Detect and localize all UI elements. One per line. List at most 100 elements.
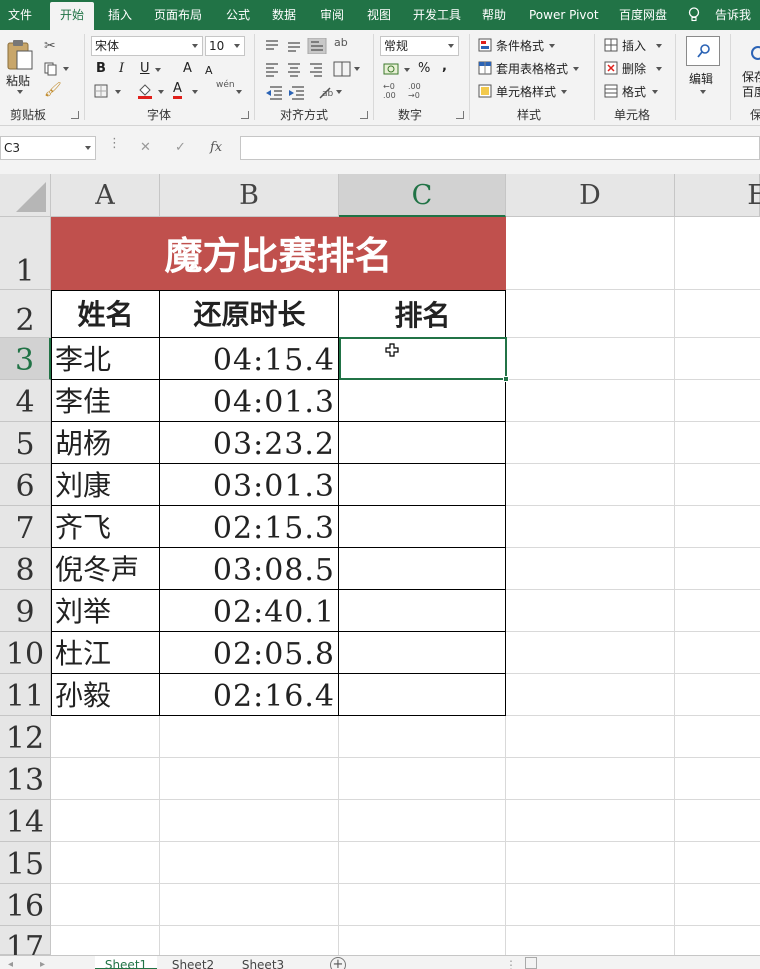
borders-dropdown-icon[interactable] — [115, 90, 121, 94]
cell-time[interactable]: 03:01.3 — [160, 464, 339, 506]
tell-me-box[interactable]: 告诉我 — [715, 0, 751, 30]
cell-name[interactable]: 刘举 — [51, 590, 160, 632]
cut-icon[interactable]: ✂ — [44, 38, 56, 54]
insert-cells-button[interactable]: 插入 — [622, 37, 646, 54]
table-format-button[interactable]: 套用表格格式 — [496, 60, 568, 77]
font-color-button[interactable]: A — [173, 82, 182, 99]
formula-input[interactable] — [240, 136, 760, 160]
bold-button[interactable]: B — [96, 61, 106, 77]
delete-dropdown-icon[interactable] — [656, 67, 662, 71]
format-cells-button[interactable]: 格式 — [622, 83, 646, 100]
column-header-a[interactable]: A — [51, 174, 160, 217]
cell-styles-dropdown-icon[interactable] — [561, 90, 567, 94]
comma-button[interactable]: , — [442, 59, 447, 75]
row-header-3[interactable]: 3 — [0, 338, 51, 380]
format-dropdown-icon[interactable] — [652, 90, 658, 94]
conditional-format-icon[interactable] — [478, 38, 492, 52]
grow-font-button[interactable]: A — [183, 61, 192, 77]
tab-insert[interactable]: 插入 — [108, 0, 132, 30]
sheet-tab-sheet2[interactable]: Sheet2 — [160, 956, 226, 969]
copy-icon[interactable] — [44, 62, 58, 76]
font-launcher-icon[interactable] — [241, 111, 249, 119]
fill-handle[interactable] — [503, 376, 509, 382]
cell-rank[interactable] — [339, 380, 506, 422]
cancel-icon[interactable]: ✕ — [140, 140, 151, 155]
conditional-dropdown-icon[interactable] — [549, 44, 555, 48]
row-header-9[interactable]: 9 — [0, 590, 51, 632]
enter-icon[interactable]: ✓ — [175, 140, 186, 155]
table-format-dropdown-icon[interactable] — [573, 67, 579, 71]
cell-rank[interactable] — [339, 632, 506, 674]
cell-rank[interactable] — [339, 506, 506, 548]
delete-cells-icon[interactable] — [604, 61, 618, 75]
format-painter-icon[interactable]: 🖌 — [44, 82, 62, 98]
row-header-14[interactable]: 14 — [0, 800, 51, 842]
column-header-c[interactable]: C — [339, 174, 506, 217]
column-header-e[interactable]: E — [675, 174, 760, 217]
row-header-17[interactable]: 17 — [0, 926, 51, 965]
tab-developer[interactable]: 开发工具 — [413, 0, 461, 30]
cell-rank[interactable] — [339, 548, 506, 590]
number-format-box[interactable]: 常规 — [380, 36, 459, 56]
format-cells-icon[interactable] — [604, 84, 618, 98]
font-name-box[interactable]: 宋体 — [91, 36, 203, 56]
shrink-font-button[interactable]: A — [205, 63, 213, 79]
row-header-10[interactable]: 10 — [0, 632, 51, 674]
insert-function-icon[interactable]: fx — [210, 140, 222, 155]
horizontal-scrollbar[interactable] — [525, 957, 537, 969]
delete-cells-button[interactable]: 删除 — [622, 60, 646, 77]
cell-styles-icon[interactable] — [478, 84, 492, 98]
row-header-8[interactable]: 8 — [0, 548, 51, 590]
cell-time[interactable]: 02:16.4 — [160, 674, 339, 716]
font-color-dropdown-icon[interactable] — [192, 90, 198, 94]
sheet-tab-sheet3[interactable]: Sheet3 — [230, 956, 296, 969]
select-all-corner[interactable] — [0, 174, 51, 217]
cell-name[interactable]: 李佳 — [51, 380, 160, 422]
clipboard-icon[interactable] — [6, 38, 34, 72]
cell-rank[interactable] — [339, 674, 506, 716]
alignment-launcher-icon[interactable] — [360, 111, 368, 119]
cell-rank[interactable] — [339, 590, 506, 632]
paste-button[interactable]: 粘贴 — [6, 72, 30, 89]
insert-cells-icon[interactable] — [604, 38, 618, 52]
sheet-tab-sheet1[interactable]: Sheet1 — [95, 956, 157, 969]
cell-name[interactable]: 孙毅 — [51, 674, 160, 716]
row-header-12[interactable]: 12 — [0, 716, 51, 758]
column-header-b[interactable]: B — [160, 174, 339, 217]
phonetic-dropdown-icon[interactable] — [236, 90, 242, 94]
row-header-6[interactable]: 6 — [0, 464, 51, 506]
fill-color-dropdown-icon[interactable] — [158, 90, 164, 94]
tab-review[interactable]: 审阅 — [320, 0, 344, 30]
tab-help[interactable]: 帮助 — [482, 0, 506, 30]
cell-time[interactable]: 02:05.8 — [160, 632, 339, 674]
baidu-save-button[interactable]: 保存百度 — [742, 70, 760, 100]
underline-dropdown-icon[interactable] — [155, 68, 161, 72]
row-header-4[interactable]: 4 — [0, 380, 51, 422]
row-header-15[interactable]: 15 — [0, 842, 51, 884]
row-header-11[interactable]: 11 — [0, 674, 51, 716]
tab-page-layout[interactable]: 页面布局 — [154, 0, 202, 30]
decrease-decimal-button[interactable]: .00 →0 — [408, 82, 421, 100]
active-cell-selection[interactable] — [339, 337, 507, 380]
header-rank[interactable]: 排名 — [339, 290, 506, 338]
cell-name[interactable]: 齐飞 — [51, 506, 160, 548]
tab-split-handle[interactable]: ⋮ — [505, 956, 517, 969]
insert-dropdown-icon[interactable] — [656, 44, 662, 48]
table-format-icon[interactable] — [478, 61, 492, 75]
horizontal-align-icons[interactable] — [264, 61, 362, 77]
scroll-tabs-left-icon[interactable]: ◂ — [8, 956, 13, 969]
row-header-2[interactable]: 2 — [0, 290, 51, 338]
tab-view[interactable]: 视图 — [367, 0, 391, 30]
cell-rank[interactable] — [339, 464, 506, 506]
indent-icons[interactable]: ab — [264, 84, 344, 100]
cell-time[interactable]: 03:23.2 — [160, 422, 339, 464]
copy-dropdown-icon[interactable] — [63, 67, 69, 71]
tab-file[interactable]: 文件 — [8, 0, 32, 30]
editing-button[interactable]: 编辑 — [689, 70, 713, 87]
wrap-text-button[interactable]: ab — [334, 36, 348, 49]
add-sheet-button[interactable]: + — [330, 957, 346, 969]
cell-time[interactable]: 02:15.3 — [160, 506, 339, 548]
tab-home[interactable]: 开始 — [50, 2, 95, 30]
italic-button[interactable]: I — [119, 61, 124, 77]
percent-button[interactable]: % — [418, 61, 430, 77]
